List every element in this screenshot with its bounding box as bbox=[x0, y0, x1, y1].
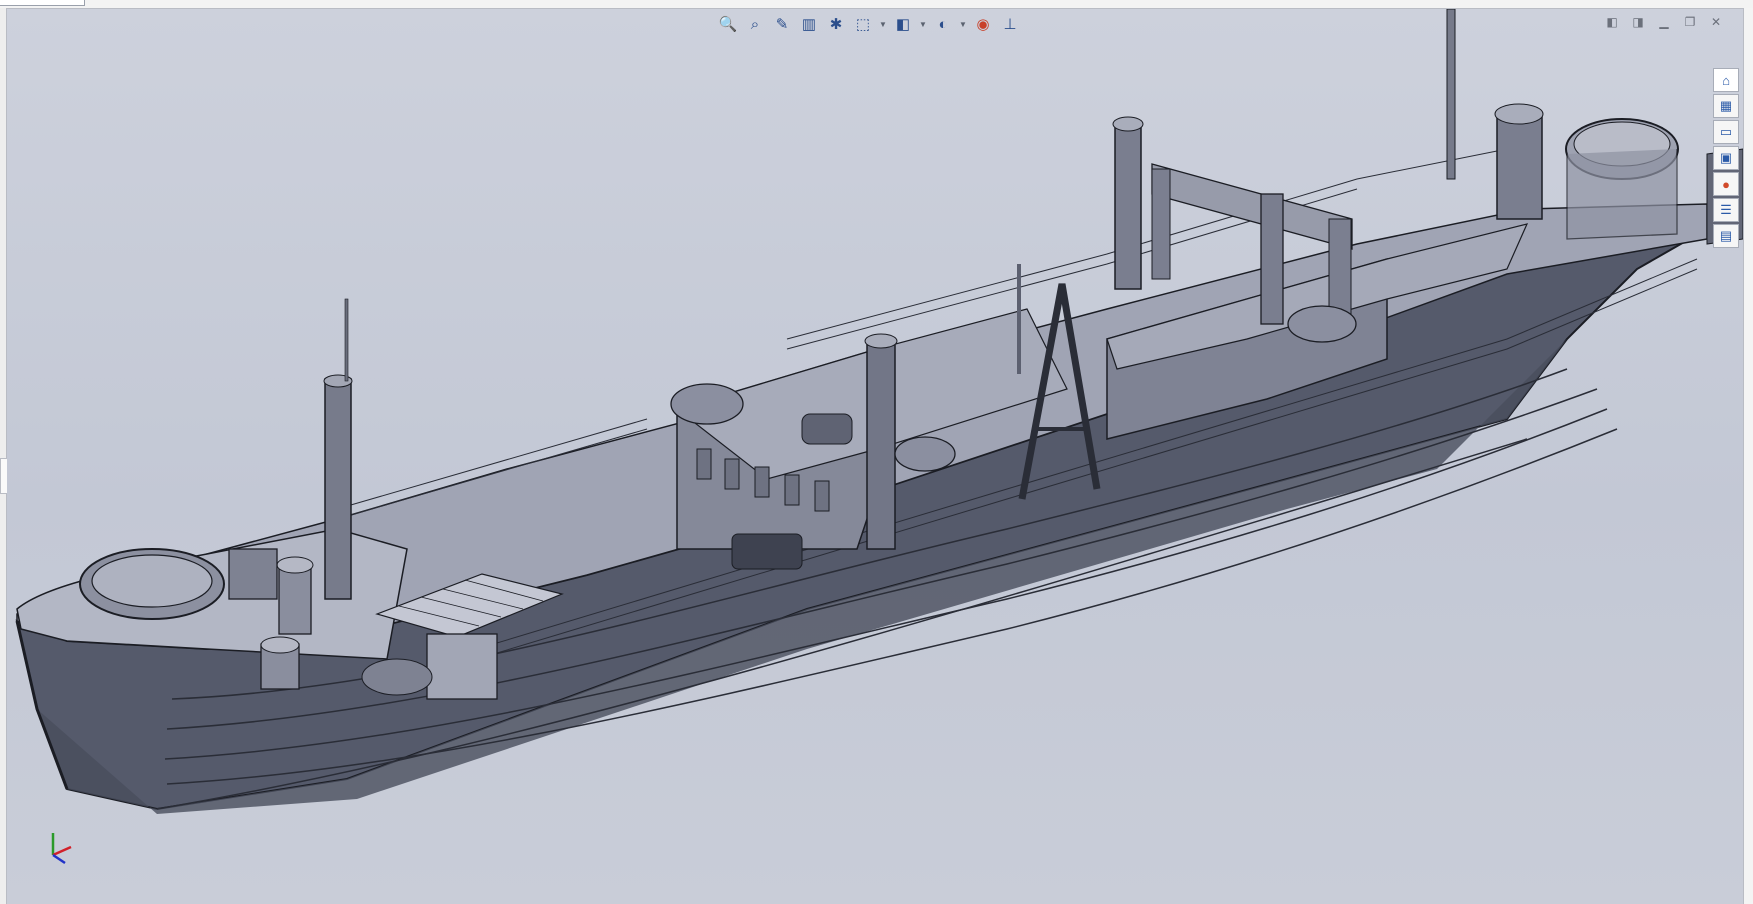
document-tab-strip bbox=[0, 0, 1753, 9]
stern-tower bbox=[1496, 113, 1543, 220]
liferaft bbox=[801, 413, 853, 445]
window-controls: ◧ ◨ ▁ ❐ ✕ bbox=[1604, 14, 1724, 30]
view-orientation-icon[interactable]: ⬚ bbox=[851, 12, 875, 36]
vent-cylinder bbox=[278, 563, 312, 635]
coordinate-triad bbox=[51, 833, 72, 865]
section-view-icon[interactable]: ▥ bbox=[797, 12, 821, 36]
minimize-icon[interactable]: ▁ bbox=[1656, 14, 1672, 30]
chevron-down-icon[interactable]: ▼ bbox=[918, 12, 928, 36]
zoom-area-icon[interactable]: ⌕ bbox=[743, 12, 767, 36]
task-pane-tabs: ⌂ ▦ ▭ ▣ ● ☰ ▤ bbox=[1713, 68, 1741, 248]
scene-icon[interactable]: ⊥ bbox=[998, 12, 1022, 36]
forward-mast bbox=[324, 378, 352, 600]
forum-icon[interactable]: ▤ bbox=[1713, 224, 1739, 248]
home-icon[interactable]: ⌂ bbox=[1713, 68, 1739, 92]
view-palette-icon[interactable]: ▣ bbox=[1713, 146, 1739, 170]
tile-right-icon[interactable]: ◨ bbox=[1630, 14, 1646, 30]
folder-icon[interactable]: ▭ bbox=[1713, 120, 1739, 144]
gantry bbox=[1151, 163, 1353, 250]
zoom-fit-icon[interactable]: 🔍 bbox=[716, 12, 740, 36]
previous-view-icon[interactable]: ✎ bbox=[770, 12, 794, 36]
close-icon[interactable]: ✕ bbox=[1708, 14, 1724, 30]
graphics-area[interactable] bbox=[7, 9, 1743, 904]
ship-model bbox=[15, 9, 1743, 814]
annotation-icon[interactable]: ✱ bbox=[824, 12, 848, 36]
tile-left-icon[interactable]: ◧ bbox=[1604, 14, 1620, 30]
right-panel-edge bbox=[1743, 8, 1753, 904]
chevron-down-icon[interactable]: ▼ bbox=[878, 12, 888, 36]
display-style-icon[interactable]: ◧ bbox=[891, 12, 915, 36]
appearance-icon[interactable]: ◉ bbox=[971, 12, 995, 36]
aft-funnel bbox=[1114, 123, 1142, 290]
left-panel-edge bbox=[0, 8, 13, 904]
deck-house-fwd bbox=[426, 633, 498, 700]
winch bbox=[731, 533, 803, 570]
chevron-down-icon[interactable]: ▼ bbox=[958, 12, 968, 36]
appearances-icon[interactable]: ● bbox=[1713, 172, 1739, 196]
midship-funnel bbox=[866, 338, 896, 550]
restore-icon[interactable]: ❐ bbox=[1682, 14, 1698, 30]
properties-icon[interactable]: ☰ bbox=[1713, 198, 1739, 222]
stern-mast bbox=[1446, 9, 1456, 180]
library-icon[interactable]: ▦ bbox=[1713, 94, 1739, 118]
heads-up-view-toolbar: 🔍 ⌕ ✎ ▥ ✱ ⬚ ▼ ◧ ▼ ◐ ▼ ◉ ⊥ bbox=[716, 11, 1022, 37]
hide-show-icon[interactable]: ◐ bbox=[931, 12, 955, 36]
document-tab[interactable] bbox=[0, 0, 85, 6]
